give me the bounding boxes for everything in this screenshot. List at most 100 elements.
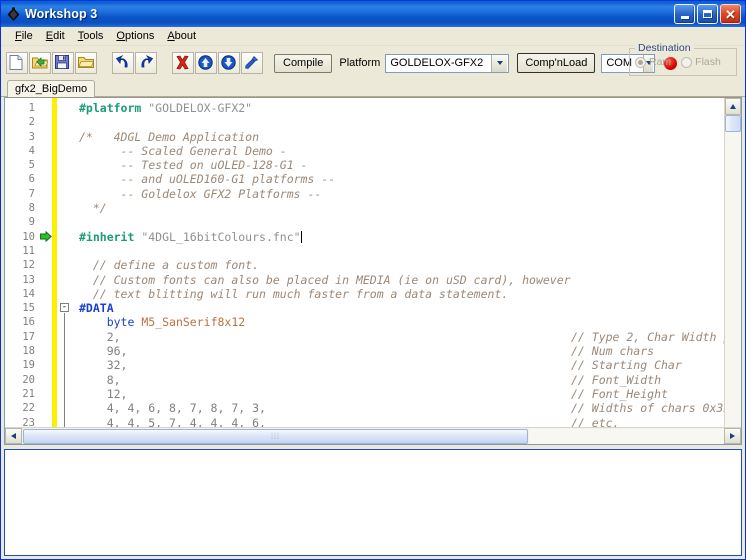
next-button[interactable] <box>218 52 240 74</box>
pin-button[interactable] <box>241 52 263 74</box>
code-line[interactable]: byte M5_SanSerif8x12 <box>71 315 741 329</box>
code-token: 8, <box>79 372 121 387</box>
code-line[interactable] <box>71 244 741 258</box>
scroll-left-button[interactable] <box>5 428 22 444</box>
new-file-button[interactable] <box>6 52 28 74</box>
scroll-up-button[interactable] <box>725 98 741 115</box>
menu-item-label: ile <box>21 30 33 42</box>
code-line[interactable]: */ <box>71 201 741 215</box>
editor-gutter: 123456789101112131415161718192021222324 … <box>5 98 71 427</box>
menu-item-edit[interactable]: Edit <box>40 28 72 44</box>
menu-accel: F <box>15 30 22 42</box>
code-editor-body[interactable]: 123456789101112131415161718192021222324 … <box>5 98 741 427</box>
output-message-text <box>5 450 741 456</box>
blue-pin-icon <box>244 55 260 71</box>
undo-button[interactable] <box>112 52 134 74</box>
code-line[interactable]: -- and uOLED160-G1 platforms -- <box>71 172 741 186</box>
line-number: 3 <box>28 130 35 143</box>
editor-horizontal-scrollbar[interactable]: ⦙⦙⦙ <box>5 427 741 444</box>
code-token: #inherit <box>79 229 135 244</box>
code-line[interactable]: /* 4DGL Demo Application <box>71 130 741 144</box>
code-line[interactable]: 4, 4, 5, 7, 4, 4, 4, 6, // etc. <box>71 416 741 427</box>
code-line[interactable]: -- Scaled General Demo - <box>71 144 741 158</box>
horizontal-scroll-thumb[interactable]: ⦙⦙⦙ <box>23 428 528 444</box>
line-number: 13 <box>22 273 35 286</box>
minimize-button[interactable] <box>674 4 695 24</box>
destination-radio-ram[interactable]: Ram <box>635 56 671 68</box>
code-line[interactable]: 8, // Font_Width <box>71 373 741 387</box>
menu-item-label: bout <box>174 30 197 42</box>
title-bar: Workshop 3 ✕ <box>1 1 745 27</box>
chevron-left-icon <box>11 433 16 439</box>
vertical-scroll-track[interactable] <box>725 132 741 427</box>
code-line[interactable]: #inherit "4DGL_16bitColours.fnc" <box>71 230 741 244</box>
line-number: 9 <box>28 216 35 229</box>
line-number: 18 <box>22 345 35 358</box>
toolbar: Compile Platform GOLDELOX-GFX2 Comp'nLoa… <box>1 42 745 80</box>
code-line[interactable]: // Custom fonts can also be placed in ME… <box>71 273 741 287</box>
code-line[interactable]: #DATA <box>71 301 741 315</box>
code-text-area[interactable]: #platform "GOLDELOX-GFX2" /* 4DGL Demo Ap… <box>71 98 741 427</box>
code-trailing-comment: // Num chars <box>571 344 655 359</box>
code-line[interactable]: 12, // Font_Height <box>71 387 741 401</box>
platform-select[interactable]: GOLDELOX-GFX2 <box>385 53 510 73</box>
code-token: #DATA <box>79 301 114 316</box>
vertical-scroll-thumb[interactable] <box>725 115 741 132</box>
compile-button[interactable]: Compile <box>274 53 333 73</box>
menu-item-file[interactable]: File <box>9 28 40 44</box>
app-diamond-icon <box>5 6 21 22</box>
tab-gfx2-bigdemo[interactable]: gfx2_BigDemo <box>7 80 96 97</box>
window-title: Workshop 3 <box>25 7 98 21</box>
file-button-group <box>6 52 98 74</box>
code-line[interactable] <box>71 115 741 129</box>
code-fold-gutter[interactable]: - <box>57 98 71 427</box>
redo-button[interactable] <box>135 52 157 74</box>
code-line[interactable]: 32, // Starting Char <box>71 358 741 372</box>
code-line[interactable] <box>71 215 741 229</box>
menu-item-options[interactable]: Options <box>110 28 161 44</box>
chevron-down-icon[interactable] <box>491 54 508 72</box>
editor-vertical-scrollbar[interactable] <box>724 98 741 427</box>
code-token: 4, 4, 6, 8, 7, 8, 7, 3, <box>79 401 266 416</box>
text-caret <box>300 230 302 243</box>
line-number: 23 <box>22 416 35 427</box>
fold-toggle-icon[interactable]: - <box>60 303 69 313</box>
close-button[interactable]: ✕ <box>720 4 741 24</box>
prev-button[interactable] <box>195 52 217 74</box>
code-trailing-comment: // Type 2, Char Width preceeds ch <box>571 329 741 344</box>
stop-button[interactable] <box>172 52 194 74</box>
code-trailing-comment: // Starting Char <box>571 358 682 373</box>
destination-radio-flash[interactable]: Flash <box>681 56 721 68</box>
compnload-button[interactable]: Comp'nLoad <box>517 53 596 73</box>
green-arrow-bookmark-icon[interactable] <box>39 230 52 244</box>
code-trailing-comment: // Widths of chars 0x32 to 0x39 <box>571 401 741 416</box>
close-icon: ✕ <box>725 6 736 22</box>
folder-button[interactable] <box>75 52 97 74</box>
line-number: 16 <box>22 316 35 329</box>
output-message-panel[interactable] <box>4 449 742 556</box>
open-file-button[interactable] <box>29 52 51 74</box>
code-line[interactable]: 2, // Type 2, Char Width preceeds ch <box>71 330 741 344</box>
code-line[interactable]: 96, // Num chars <box>71 344 741 358</box>
line-number: 14 <box>22 287 35 300</box>
maximize-button[interactable] <box>697 4 718 24</box>
code-line[interactable]: -- Goldelox GFX2 Platforms -- <box>71 187 741 201</box>
save-file-button[interactable] <box>52 52 74 74</box>
menu-accel: O <box>116 30 125 42</box>
red-x-icon <box>175 55 191 71</box>
breakpoint-marker-gutter[interactable] <box>39 98 52 427</box>
code-line[interactable]: // define a custom font. <box>71 258 741 272</box>
menu-item-about[interactable]: About <box>161 28 203 44</box>
code-token: 4, 4, 5, 7, 4, 4, 4, 6, <box>79 415 266 427</box>
code-line[interactable]: #platform "GOLDELOX-GFX2" <box>71 101 741 115</box>
code-line[interactable]: -- Tested on uOLED-128-G1 - <box>71 158 741 172</box>
folder-icon <box>78 55 94 71</box>
line-number: 11 <box>22 244 35 257</box>
menu-item-tools[interactable]: Tools <box>72 28 111 44</box>
scroll-right-button[interactable] <box>724 428 741 444</box>
horizontal-scroll-track[interactable] <box>529 428 724 444</box>
code-line[interactable]: // text blitting will run much faster fr… <box>71 287 741 301</box>
code-line[interactable]: 4, 4, 6, 8, 7, 8, 7, 3, // Widths of char… <box>71 401 741 415</box>
workshop3-window: Workshop 3 ✕ File Edit Tools Options Abo… <box>0 0 746 560</box>
